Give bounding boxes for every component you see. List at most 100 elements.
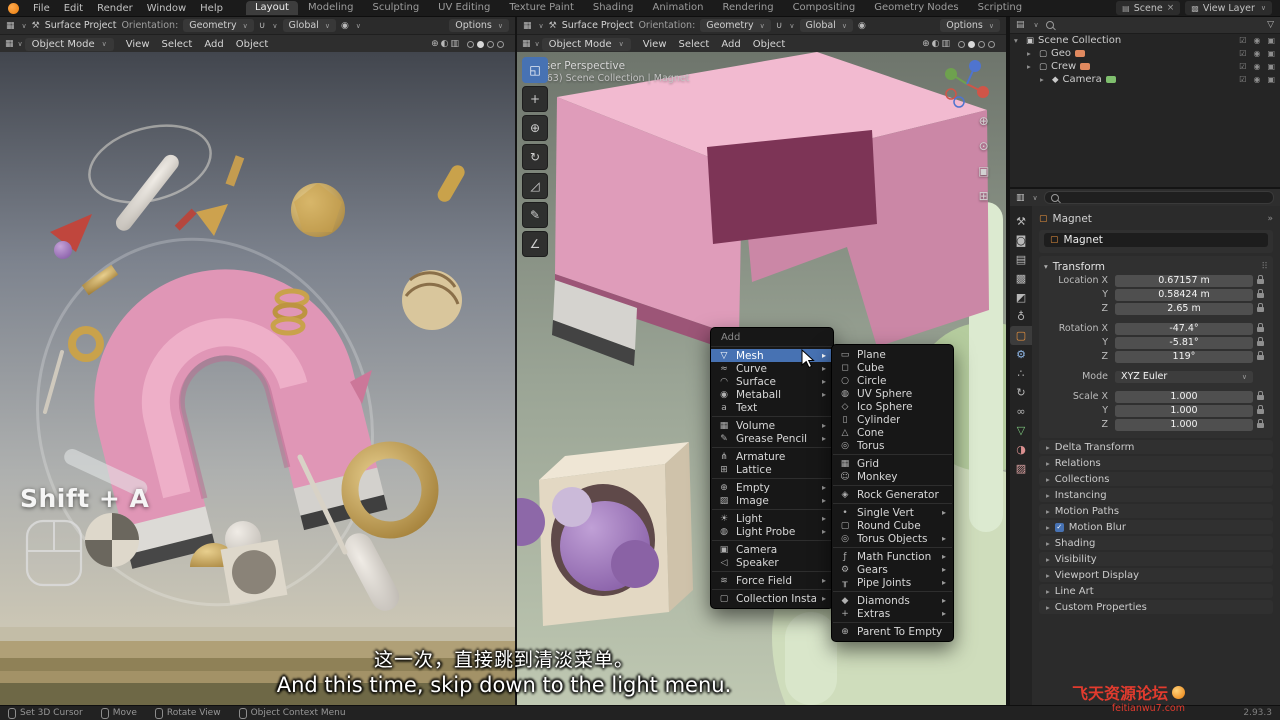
close-icon[interactable]: ×	[1167, 3, 1175, 13]
menu-item[interactable]: ▢ Collection Instance ▸	[711, 592, 833, 605]
menu-item[interactable]: ▯ Cylinder ▸	[832, 413, 953, 426]
shading-mode-switch[interactable]	[958, 40, 995, 48]
move-tool[interactable]: ⊕	[522, 115, 548, 141]
lock-icon[interactable]	[1257, 337, 1264, 346]
editor-type-icon[interactable]: ▦	[5, 39, 14, 49]
menu-item[interactable]: + Extras ▸	[832, 607, 953, 620]
navigation-gizmo[interactable]	[937, 54, 997, 114]
workspace-tab[interactable]: Texture Paint	[500, 1, 583, 15]
viewport-menu-item[interactable]: Select	[673, 38, 716, 51]
properties-tab[interactable]: ▢	[1010, 326, 1032, 345]
menu-item[interactable]: ◇ Ico Sphere ▸	[832, 400, 953, 413]
overlays-icon[interactable]: ◐	[932, 39, 940, 49]
hide-eye-icon[interactable]: ◉	[1253, 49, 1260, 58]
rendered-shading-icon[interactable]	[988, 40, 995, 48]
outliner-row[interactable]: ▾ ▣ Scene Collection ☑ ◉ ▣	[1010, 34, 1280, 47]
properties-tab[interactable]: ∴	[1010, 364, 1032, 383]
checkbox-icon[interactable]: ☑	[1239, 49, 1246, 58]
snap-magnet-icon[interactable]: ∪	[776, 21, 783, 31]
snap-target-dropdown[interactable]: Global ∨	[282, 19, 336, 32]
menu-item[interactable]: ◎ Torus Objects ▸	[832, 532, 953, 545]
outliner-row[interactable]: ▸ ◆ Camera ☑ ◉ ▣	[1010, 73, 1280, 86]
lock-icon[interactable]	[1257, 391, 1264, 400]
camera-visibility-icon[interactable]: ▣	[1267, 36, 1275, 45]
workspace-tab[interactable]: Modeling	[299, 1, 363, 15]
lock-icon[interactable]	[1257, 275, 1264, 284]
view-layer-selector[interactable]: ▩ View Layer ∨	[1185, 1, 1272, 15]
properties-section[interactable]: ▸ Line Art	[1039, 584, 1273, 598]
menu-item[interactable]: ▦ Grid ▸	[832, 457, 953, 470]
cursor-tool[interactable]: +	[522, 86, 548, 112]
transform-gizmo-icon[interactable]: ⊕	[431, 39, 439, 49]
filter-icon[interactable]: ▽	[1267, 20, 1274, 30]
workspace-tab[interactable]: Sculpting	[363, 1, 428, 15]
annotate-tool[interactable]: ✎	[522, 202, 548, 228]
workspace-tab[interactable]: Animation	[644, 1, 713, 15]
mode-dropdown[interactable]: Object Mode ∨	[541, 37, 631, 51]
menu-item[interactable]: ╥ Pipe Joints ▸	[832, 576, 953, 589]
menu-item[interactable]: ◁ Speaker ▸	[711, 556, 833, 569]
properties-section[interactable]: ▸ Visibility	[1039, 552, 1273, 566]
mode-dropdown[interactable]: Object Mode ∨	[24, 37, 114, 51]
menu-item[interactable]: ▦ Volume ▸	[711, 419, 833, 432]
value-field[interactable]: -5.81°	[1115, 336, 1253, 349]
scene-selector[interactable]: ▤ Scene ×	[1116, 1, 1181, 15]
checkbox-icon[interactable]: ☑	[1239, 62, 1246, 71]
properties-tab[interactable]: ◩	[1010, 288, 1032, 307]
editor-type-icon[interactable]: ▥	[1016, 193, 1025, 203]
object-name-field[interactable]: ▢ Magnet	[1044, 233, 1268, 247]
properties-section[interactable]: ▸ Delta Transform	[1039, 440, 1273, 454]
value-field[interactable]: -47.4°	[1115, 322, 1253, 335]
menu-item[interactable]: ○ Circle ▸	[832, 374, 953, 387]
menu-item[interactable]: ◍ UV Sphere ▸	[832, 387, 953, 400]
select-box-tool[interactable]: ◱	[522, 57, 548, 83]
options-dropdown[interactable]: Options ∨	[449, 19, 509, 32]
value-field[interactable]: 1.000	[1115, 418, 1253, 431]
hide-eye-icon[interactable]: ◉	[1253, 36, 1260, 45]
value-field[interactable]: 1.000	[1115, 390, 1253, 403]
menu-item[interactable]: ◈ Rock Generator ▸	[832, 488, 953, 501]
camera-visibility-icon[interactable]: ▣	[1267, 62, 1275, 71]
expand-caret-icon[interactable]: ▸	[1027, 49, 1035, 58]
solid-shading-icon[interactable]	[968, 40, 975, 48]
app-menu-item[interactable]: Edit	[57, 3, 90, 14]
expand-caret-icon[interactable]: ▾	[1014, 36, 1022, 45]
app-menu-item[interactable]: File	[26, 3, 57, 14]
hide-eye-icon[interactable]: ◉	[1253, 75, 1260, 84]
workspace-tab[interactable]: UV Editing	[429, 1, 499, 15]
workspace-tab[interactable]: Compositing	[784, 1, 865, 15]
options-dropdown[interactable]: Options ∨	[940, 19, 1000, 32]
outliner-row[interactable]: ▸ ▢ Crew ☑ ◉ ▣	[1010, 60, 1280, 73]
properties-section[interactable]: ▸ Instancing	[1039, 488, 1273, 502]
rotation-mode-dropdown[interactable]: XYZ Euler ∨	[1115, 370, 1253, 383]
orientation-dropdown[interactable]: Geometry ∨	[700, 19, 771, 32]
solid-shading-icon[interactable]	[477, 40, 484, 48]
outliner-row[interactable]: ▸ ▢ Geo ☑ ◉ ▣	[1010, 47, 1280, 60]
app-menu-item[interactable]: Help	[193, 3, 230, 14]
camera-visibility-icon[interactable]: ▣	[1267, 75, 1275, 84]
checkbox-icon[interactable]	[1054, 522, 1064, 532]
pin-icon[interactable]: »	[1267, 214, 1273, 224]
menu-item[interactable]: △ Cone ▸	[832, 426, 953, 439]
properties-tab[interactable]: ▤	[1010, 250, 1032, 269]
properties-section[interactable]: ▸ Custom Properties	[1039, 600, 1273, 614]
rendered-shading-icon[interactable]	[497, 40, 504, 48]
properties-tab[interactable]: ▽	[1010, 421, 1032, 440]
proportional-edit-icon[interactable]: ◉	[341, 21, 349, 31]
camera-view-icon[interactable]: ▣	[978, 164, 989, 178]
menu-item[interactable]: ☺ Monkey ▸	[832, 470, 953, 483]
rotate-tool[interactable]: ↻	[522, 144, 548, 170]
menu-item[interactable]: ◎ Torus ▸	[832, 439, 953, 452]
checkbox-icon[interactable]: ☑	[1239, 36, 1246, 45]
properties-section[interactable]: ▸ Shading	[1039, 536, 1273, 550]
overlays-icon[interactable]: ◐	[441, 39, 449, 49]
cube-sphere-object[interactable]	[539, 442, 693, 626]
properties-tab[interactable]: ▨	[1010, 459, 1032, 478]
blender-logo-icon[interactable]	[8, 2, 19, 14]
capsule-small-object[interactable]	[785, 612, 837, 705]
snap-magnet-icon[interactable]: ∪	[259, 21, 266, 31]
wireframe-shading-icon[interactable]	[467, 40, 474, 48]
editor-type-icon[interactable]: ▤	[1016, 20, 1025, 30]
menu-item[interactable]: ▨ Image ▸	[711, 494, 833, 507]
properties-section[interactable]: ▸ Viewport Display	[1039, 568, 1273, 582]
